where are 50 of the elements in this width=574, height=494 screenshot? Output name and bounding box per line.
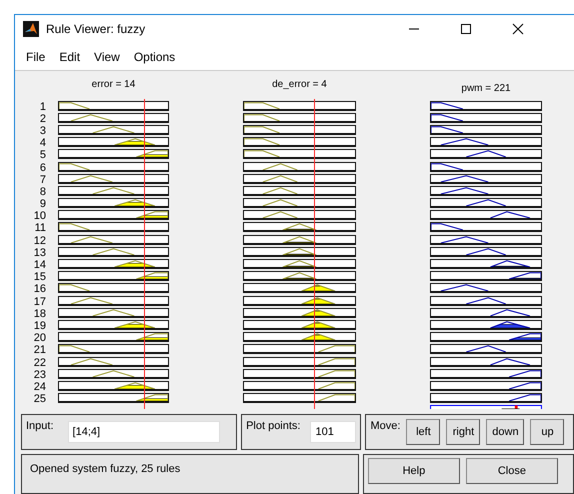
- rule-number: 5: [38, 149, 46, 162]
- menu-item[interactable]: Edit: [54, 50, 86, 64]
- menu-item[interactable]: File: [21, 50, 50, 64]
- rule-number: 20: [32, 332, 46, 344]
- move-button[interactable]: down: [486, 419, 524, 445]
- move-button[interactable]: up: [530, 419, 564, 445]
- input-cursor-line[interactable]: [314, 98, 316, 409]
- rule-number: 21: [32, 344, 46, 357]
- plot-points-field[interactable]: 101: [310, 421, 356, 443]
- move-label: Move:: [370, 420, 400, 432]
- move-button[interactable]: left: [406, 419, 440, 445]
- plot-points-label: Plot points:: [246, 420, 300, 432]
- rule-number: 6: [38, 162, 46, 174]
- rule-number: 25: [32, 393, 46, 406]
- move-button[interactable]: right: [446, 419, 480, 445]
- variable-label: de_error = 4: [271, 78, 328, 92]
- menu-item[interactable]: Options: [128, 50, 180, 64]
- rule-number: 9: [38, 198, 46, 210]
- rule-number: 11: [34, 222, 46, 235]
- rule-number: 16: [32, 283, 46, 296]
- rule-number: 18: [32, 308, 46, 320]
- close-button[interactable]: Close: [466, 458, 558, 484]
- rule-number: 1: [38, 100, 46, 113]
- help-button[interactable]: Help: [368, 458, 460, 484]
- input-cursor-line[interactable]: [144, 98, 146, 409]
- rule-number: 13: [32, 246, 46, 260]
- variable-label: error = 14: [90, 78, 136, 92]
- status-message: Opened system fuzzy, 25 rules: [30, 463, 180, 475]
- rule-number: 24: [32, 380, 46, 394]
- rule-number: 22: [32, 356, 46, 369]
- rule-number: 15: [32, 271, 46, 284]
- rule-number: 19: [32, 320, 46, 332]
- menu-item[interactable]: View: [89, 50, 125, 64]
- rule-number: 12: [32, 234, 46, 247]
- rule-number: 4: [38, 137, 46, 150]
- rule-number: 23: [32, 368, 46, 381]
- input-field[interactable]: [14;4]: [68, 421, 220, 443]
- maximize-icon[interactable]: [460, 23, 472, 36]
- rule-number: 3: [38, 124, 46, 138]
- window-title: Rule Viewer: fuzzy: [46, 22, 146, 36]
- rule-number: 8: [38, 186, 46, 198]
- variable-label: pwm = 221: [460, 82, 512, 96]
- close-icon[interactable]: [512, 23, 524, 36]
- app-logo-icon: [23, 21, 39, 38]
- rule-number: 17: [32, 296, 46, 308]
- rule-number: 7: [38, 174, 46, 186]
- rule-number: 14: [32, 259, 46, 272]
- rule-number: 10: [32, 210, 46, 222]
- rule-number: 2: [38, 112, 46, 125]
- input-label: Input:: [26, 420, 54, 432]
